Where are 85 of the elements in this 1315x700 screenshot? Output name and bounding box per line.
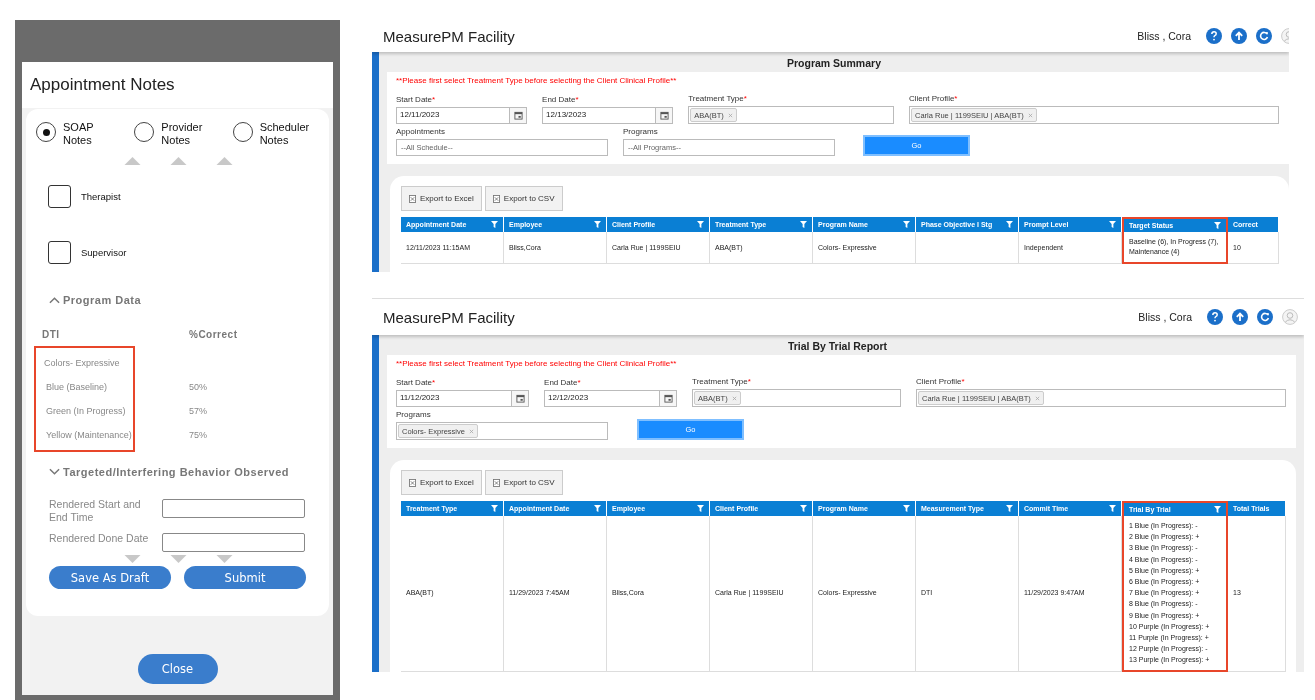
field-label: Start Date* xyxy=(396,95,437,104)
date-field[interactable]: 12/11/2023 xyxy=(396,107,528,124)
close-button[interactable]: Close xyxy=(137,654,218,684)
help-icon[interactable] xyxy=(1206,28,1222,44)
radio-label: SOAP Notes xyxy=(63,121,95,146)
input-field[interactable] xyxy=(162,499,305,518)
filter-icon[interactable] xyxy=(903,505,910,512)
checkbox[interactable] xyxy=(48,185,71,208)
export-button[interactable]: Export to Excel xyxy=(401,186,482,211)
help-icon[interactable] xyxy=(1207,309,1223,325)
filter-icon[interactable] xyxy=(1006,221,1013,228)
app-title: MeasurePM Facility xyxy=(383,308,515,326)
refresh-icon[interactable] xyxy=(1256,28,1272,44)
filter-icon[interactable] xyxy=(697,221,704,228)
notice-text: **Please first select Treatment Type before selecting the Client Clinical Profile** xyxy=(396,76,678,85)
date-field[interactable]: 12/12/2023 xyxy=(544,390,678,407)
upload-icon[interactable] xyxy=(1231,28,1247,44)
export-button[interactable]: Export to CSV xyxy=(484,186,563,211)
file-icon xyxy=(492,194,500,203)
chevron-icon[interactable] xyxy=(49,468,60,476)
field-label: Programs xyxy=(396,410,432,419)
checkbox[interactable] xyxy=(48,241,71,264)
file-icon xyxy=(409,478,416,487)
action-button[interactable]: Submit xyxy=(184,566,306,589)
filter-icon[interactable] xyxy=(594,505,601,512)
target-name: Green (In Progress) xyxy=(46,406,127,416)
filter-icon[interactable] xyxy=(903,221,910,228)
filter-icon[interactable] xyxy=(1214,222,1221,229)
export-button[interactable]: Export to Excel xyxy=(401,470,482,495)
filter-icon[interactable] xyxy=(491,221,498,228)
filter-icon[interactable] xyxy=(800,221,807,228)
date-field[interactable]: 11/12/2023 xyxy=(396,390,530,407)
column-header: DTI xyxy=(42,329,61,340)
calendar-icon[interactable] xyxy=(663,394,673,403)
filter-icon[interactable] xyxy=(491,505,498,512)
field-label: End Date* xyxy=(544,378,582,387)
field-label: Programs xyxy=(623,127,659,136)
app-title: MeasurePM Facility xyxy=(383,27,515,45)
filter-icon[interactable] xyxy=(800,505,807,512)
action-button[interactable]: Save As Draft xyxy=(49,566,171,589)
field-label: Rendered Done Date xyxy=(49,532,150,545)
program-name: Colors- Expressive xyxy=(44,358,120,368)
date-field[interactable]: 12/13/2023 xyxy=(542,107,674,124)
radio-label: Scheduler Notes xyxy=(259,121,308,146)
calendar-icon[interactable] xyxy=(513,111,523,120)
checkbox-label: Supervisor xyxy=(81,247,127,258)
file-icon xyxy=(492,478,500,487)
field-label: Rendered Start and End Time xyxy=(49,498,142,524)
export-button[interactable]: Export to CSV xyxy=(484,470,563,495)
report-title: Trial By Trial Report xyxy=(786,339,889,354)
filter-icon[interactable] xyxy=(1214,506,1221,513)
report-title: Program Summary xyxy=(786,56,882,71)
filter-icon[interactable] xyxy=(1109,221,1116,228)
percent-value: 50% xyxy=(189,382,207,392)
percent-value: 75% xyxy=(189,430,207,440)
field-label: Start Date* xyxy=(396,378,437,387)
checkbox-label: Therapist xyxy=(81,191,121,202)
field-label: Client Profile* xyxy=(916,377,966,386)
user-name: Bliss , Cora xyxy=(1138,311,1192,323)
calendar-icon[interactable] xyxy=(515,394,525,403)
filter-icon[interactable] xyxy=(1109,505,1116,512)
field-label: Treatment Type* xyxy=(688,94,748,103)
upload-icon[interactable] xyxy=(1232,309,1248,325)
field-label: Appointments xyxy=(396,127,446,136)
filter-icon[interactable] xyxy=(1006,505,1013,512)
notice-text: **Please first select Treatment Type before selecting the Client Clinical Profile** xyxy=(396,359,678,368)
section-heading[interactable]: Targeted/Interfering Behavior Observed xyxy=(63,466,290,478)
target-name: Blue (Baseline) xyxy=(46,382,109,392)
user-name: Bliss , Cora xyxy=(1137,30,1191,42)
file-icon xyxy=(409,194,416,203)
filter-icon[interactable] xyxy=(697,505,704,512)
chevron-icon[interactable] xyxy=(49,296,60,304)
calendar-icon[interactable] xyxy=(659,111,669,120)
section-heading[interactable]: Program Data xyxy=(63,294,142,306)
column-header: %Correct xyxy=(189,329,238,340)
radio-label: Provider Notes xyxy=(161,121,204,146)
field-label: Client Profile* xyxy=(909,94,959,103)
dialog-title: Appointment Notes xyxy=(30,75,175,95)
percent-value: 57% xyxy=(189,406,207,416)
filter-icon[interactable] xyxy=(594,221,601,228)
field-label: Treatment Type* xyxy=(692,377,752,386)
refresh-icon[interactable] xyxy=(1257,309,1273,325)
input-field[interactable] xyxy=(162,533,305,552)
field-label: End Date* xyxy=(542,95,580,104)
target-name: Yellow (Maintenance) xyxy=(46,430,133,440)
